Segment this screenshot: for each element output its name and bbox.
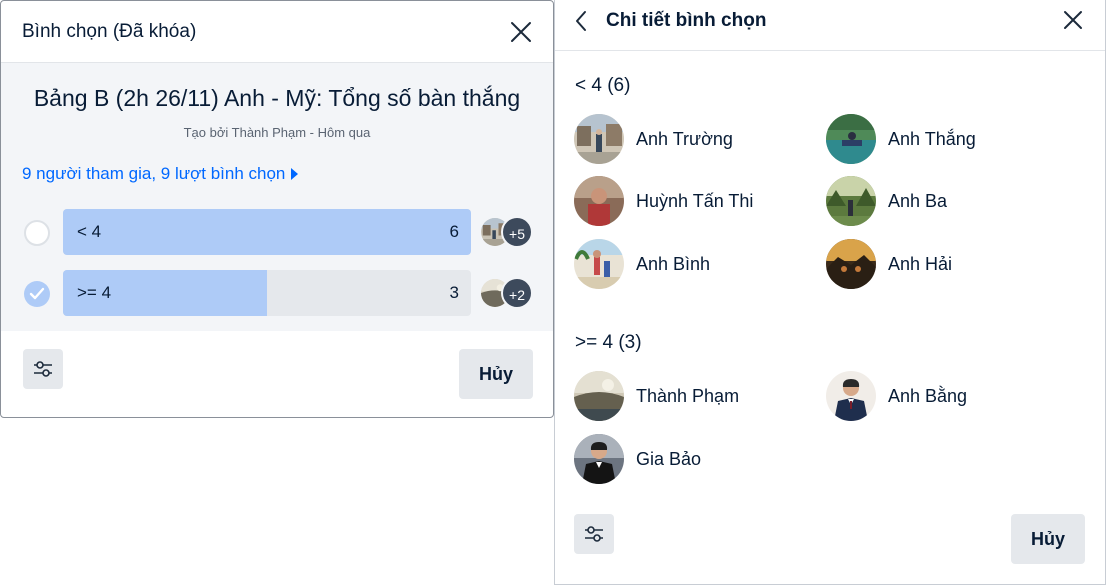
option-radio[interactable] [24, 281, 50, 307]
voter-name: Anh Hải [888, 253, 953, 274]
voter-item[interactable]: Thành Phạm [574, 371, 814, 421]
poll-meta: Tạo bởi Thành Phạm - Hôm qua [183, 125, 371, 140]
suit-portrait-photo-icon [574, 434, 624, 484]
avatar [574, 114, 624, 164]
poll-question: Bảng B (2h 26/11) Anh - Mỹ: Tổng số bàn … [33, 85, 521, 111]
avatar [826, 114, 876, 164]
cancel-button[interactable]: Hủy [459, 349, 533, 399]
poll-dialog-title: Bình chọn (Đã khóa) [22, 21, 197, 42]
close-icon [511, 22, 531, 42]
beach-photo-icon [574, 239, 624, 289]
option-label: < 4 [77, 222, 102, 241]
sliders-icon [585, 526, 603, 542]
close-button[interactable] [507, 18, 535, 46]
option-count: 3 [449, 283, 459, 302]
option-voter-avatars[interactable]: +2 [479, 277, 535, 309]
poll-details-panel: Chi tiết bình chọn < 4 (6) Anh Trường An… [554, 0, 1106, 585]
voter-item[interactable]: Gia Bảo [574, 434, 814, 484]
voter-name: Anh Ba [888, 190, 948, 211]
group-title: >= 4 (3) [575, 332, 642, 353]
portrait-photo-icon [574, 176, 624, 226]
voter-name: Thành Phạm [636, 385, 740, 406]
option-fill [63, 209, 471, 255]
avatar [826, 371, 876, 421]
option-voter-avatars[interactable]: +5 [479, 216, 535, 248]
sliders-icon [34, 361, 52, 377]
poll-settings-button[interactable] [574, 514, 614, 554]
back-button[interactable] [569, 8, 595, 34]
voter-item[interactable]: Anh Bình [574, 239, 814, 289]
poll-dialog-header: Bình chọn (Đã khóa) [1, 1, 553, 63]
avatar [826, 239, 876, 289]
details-header: Chi tiết bình chọn [555, 0, 1105, 51]
poll-summary-text: 9 người tham gia, 9 lượt bình chọn [22, 164, 286, 183]
more-voters-badge: +5 [501, 216, 533, 248]
sunset-photo-icon [826, 239, 876, 289]
group-title: < 4 (6) [575, 75, 631, 96]
close-button[interactable] [1059, 6, 1087, 34]
avatar [826, 176, 876, 226]
poll-summary-link[interactable]: 9 người tham gia, 9 lượt bình chọn [22, 164, 299, 184]
option-bar[interactable]: >= 4 3 [63, 270, 471, 316]
lake-boat-photo-icon [826, 114, 876, 164]
option-label: >= 4 [77, 283, 112, 302]
forest-photo-icon [826, 176, 876, 226]
suit-portrait-photo-icon [826, 371, 876, 421]
screen: Bình chọn (Đã khóa) Bảng B (2h 26/11) An… [0, 0, 1106, 585]
details-title: Chi tiết bình chọn [606, 10, 767, 31]
voter-name: Anh Trường [636, 128, 733, 149]
avatar [574, 371, 624, 421]
voter-item[interactable]: Anh Trường [574, 114, 814, 164]
voter-name: Gia Bảo [636, 448, 702, 469]
voter-name: Anh Thắng [888, 128, 976, 149]
voter-name: Anh Bằng [888, 385, 968, 406]
check-icon [29, 287, 45, 300]
voter-name: Anh Bình [636, 253, 711, 274]
avatar [574, 239, 624, 289]
town-photo-icon [574, 114, 624, 164]
poll-dialog: Bình chọn (Đã khóa) Bảng B (2h 26/11) An… [0, 0, 554, 418]
caret-right-icon [291, 168, 299, 180]
option-bar[interactable]: < 4 6 [63, 209, 471, 255]
avatar [574, 434, 624, 484]
poll-option: < 4 6 +5 [1, 209, 553, 255]
voter-item[interactable]: Anh Bằng [826, 371, 1066, 421]
chevron-left-icon [576, 11, 586, 31]
poll-settings-button[interactable] [23, 349, 63, 389]
landscape-photo-icon [574, 371, 624, 421]
poll-option: >= 4 3 +2 [1, 270, 553, 316]
voter-name: Huỳnh Tấn Thi [636, 190, 754, 211]
voter-item[interactable]: Huỳnh Tấn Thi [574, 176, 814, 226]
voter-item[interactable]: Anh Ba [826, 176, 1066, 226]
close-icon [1064, 11, 1082, 29]
option-radio[interactable] [24, 220, 50, 246]
voter-item[interactable]: Anh Hải [826, 239, 1066, 289]
more-voters-badge: +2 [501, 277, 533, 309]
avatar [574, 176, 624, 226]
cancel-button[interactable]: Hủy [1011, 514, 1085, 564]
option-count: 6 [449, 222, 459, 241]
voter-item[interactable]: Anh Thắng [826, 114, 1066, 164]
poll-body: Bảng B (2h 26/11) Anh - Mỹ: Tổng số bàn … [1, 63, 553, 331]
